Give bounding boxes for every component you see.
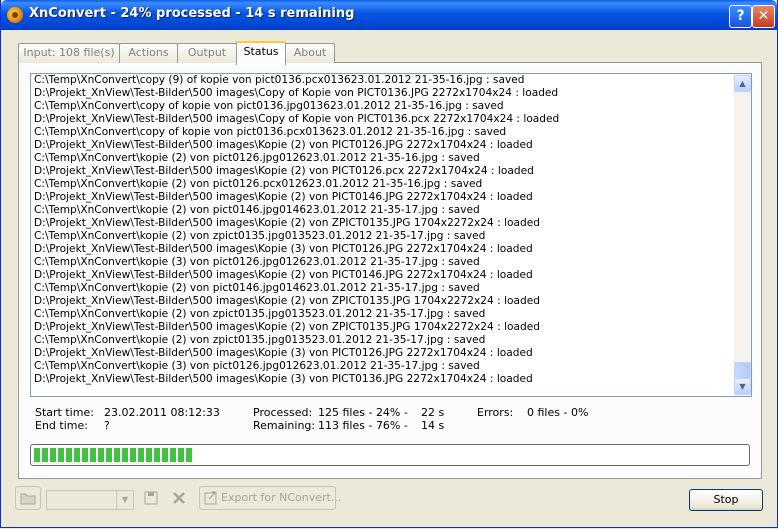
log-line: C:\Temp\XnConvert\kopie (2) von zpict013… [34, 334, 486, 346]
log-line: D:\Projekt_XnView\Test-Bilder\500 images… [34, 87, 559, 99]
close-button[interactable]: ✕ [752, 5, 775, 28]
log-line: D:\Projekt_XnView\Test-Bilder\500 images… [34, 269, 533, 281]
title-bar[interactable]: XnConvert - 24% processed - 14 s remaini… [1, 0, 777, 30]
remaining-label: Remaining: [253, 419, 316, 432]
chevron-down-icon: ▼ [116, 491, 133, 509]
save-icon [144, 491, 158, 505]
xnconvert-window: XnConvert - 24% processed - 14 s remaini… [0, 0, 778, 528]
errors-label: Errors: [477, 406, 514, 419]
scroll-down-arrow-icon[interactable]: ▼ [734, 378, 751, 395]
open-folder-button[interactable] [15, 486, 41, 510]
log-line: D:\Projekt_XnView\Test-Bilder\500 images… [34, 321, 540, 333]
progress-bar [30, 444, 750, 466]
log-line: C:\Temp\XnConvert\kopie (2) von pict0146… [34, 204, 480, 216]
log-line: C:\Temp\XnConvert\kopie (3) von pict0126… [34, 360, 480, 372]
tab-output[interactable]: Output [177, 43, 237, 63]
tab-input[interactable]: Input: 108 file(s) [18, 43, 120, 63]
scroll-thumb[interactable] [734, 362, 751, 379]
start-time-label: Start time: [35, 406, 94, 419]
log-line: D:\Projekt_XnView\Test-Bilder\500 images… [34, 295, 540, 307]
log-line: D:\Projekt_XnView\Test-Bilder\500 images… [34, 139, 533, 151]
folder-icon [20, 493, 36, 505]
log-line: D:\Projekt_XnView\Test-Bilder\500 images… [34, 373, 533, 385]
tab-about[interactable]: About [285, 43, 335, 63]
export-icon [204, 491, 217, 505]
export-nconvert-label: Export for NConvert... [221, 491, 342, 504]
log-line: C:\Temp\XnConvert\kopie (2) von pict0126… [34, 152, 480, 164]
remaining-value: 113 files - 76% - [318, 419, 408, 432]
log-scrollbar[interactable]: ▲ ▼ [734, 74, 751, 396]
log-line: C:\Temp\XnConvert\copy (9) of kopie von … [34, 74, 525, 86]
log-line: D:\Projekt_XnView\Test-Bilder\500 images… [34, 113, 560, 125]
delete-x-icon [173, 492, 185, 504]
log-line: C:\Temp\XnConvert\kopie (2) von zpict013… [34, 230, 486, 242]
scroll-up-arrow-icon[interactable]: ▲ [734, 75, 751, 92]
log-line: D:\Projekt_XnView\Test-Bilder\500 images… [34, 191, 533, 203]
help-button[interactable]: ? [729, 5, 752, 28]
log-line: D:\Projekt_XnView\Test-Bilder\500 images… [34, 217, 540, 229]
window-title: XnConvert - 24% processed - 14 s remaini… [29, 6, 355, 21]
start-time-value: 23.02.2011 08:12:33 [104, 406, 220, 419]
processed-value: 125 files - 24% - [318, 406, 408, 419]
tab-status[interactable]: Status [236, 41, 286, 65]
errors-value: 0 files - 0% [527, 406, 589, 419]
log-line: C:\Temp\XnConvert\copy of kopie von pict… [34, 126, 507, 138]
end-time-value: ? [104, 419, 110, 432]
delete-button[interactable] [167, 486, 191, 510]
log-line: D:\Projekt_XnView\Test-Bilder\500 images… [34, 347, 533, 359]
bottom-toolbar: ▼ Export for NConvert... [15, 486, 341, 512]
processed-time: 22 s [421, 406, 445, 419]
log-line: C:\Temp\XnConvert\kopie (2) von zpict013… [34, 308, 486, 320]
stop-button[interactable]: Stop [689, 489, 763, 511]
log-line: C:\Temp\XnConvert\copy of kopie von pict… [34, 100, 504, 112]
remaining-time: 14 s [421, 419, 445, 432]
preset-dropdown[interactable]: ▼ [46, 490, 134, 510]
xnconvert-app-icon [7, 7, 23, 23]
end-time-label: End time: [35, 419, 88, 432]
export-nconvert-button[interactable]: Export for NConvert... [199, 486, 341, 510]
log-line: C:\Temp\XnConvert\kopie (3) von pict0126… [34, 256, 480, 268]
log-line: C:\Temp\XnConvert\kopie (2) von pict0146… [34, 282, 480, 294]
log-line: D:\Projekt_XnView\Test-Bilder\500 images… [34, 165, 534, 177]
save-button[interactable] [139, 486, 163, 510]
log-line: C:\Temp\XnConvert\kopie (2) von pict0126… [34, 178, 483, 190]
progress-fill [34, 448, 194, 462]
tab-actions[interactable]: Actions [119, 43, 178, 63]
status-log[interactable]: C:\Temp\XnConvert\copy (9) of kopie von … [30, 73, 752, 397]
processed-label: Processed: [253, 406, 313, 419]
log-lines: C:\Temp\XnConvert\copy (9) of kopie von … [34, 74, 734, 386]
log-line: D:\Projekt_XnView\Test-Bilder\500 images… [34, 243, 533, 255]
